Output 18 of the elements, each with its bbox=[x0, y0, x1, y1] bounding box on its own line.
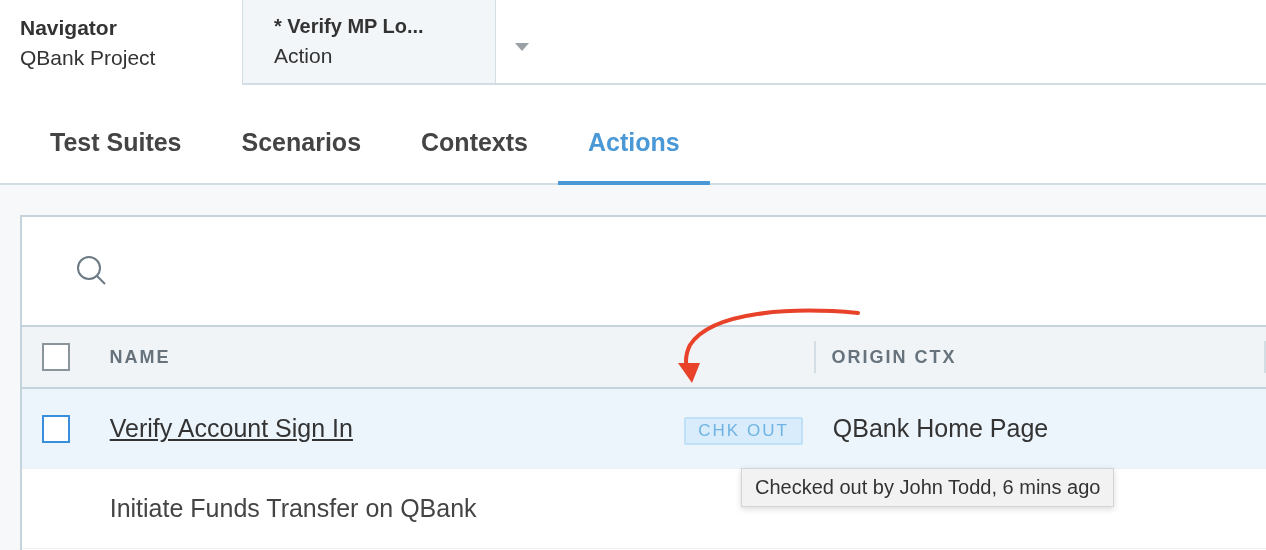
table-cell: QBank Home Page bbox=[832, 414, 1049, 443]
document-tab[interactable]: * Verify MP Lo... Action bbox=[242, 0, 496, 85]
action-link[interactable]: Verify Account Sign In bbox=[109, 414, 353, 443]
table-cell: Initiate Funds Transfer on QBank bbox=[109, 494, 477, 523]
caret-icon[interactable] bbox=[515, 42, 529, 51]
column-header[interactable]: NAME bbox=[109, 346, 171, 368]
search-icon[interactable] bbox=[76, 255, 108, 287]
column-header[interactable]: ORIGIN CTX bbox=[831, 346, 957, 368]
table-row[interactable]: Verify Account Sign In CHK OUT QBank Home Page bbox=[22, 389, 1266, 469]
tab[interactable]: Contexts bbox=[391, 128, 558, 185]
tab[interactable]: Test Suites bbox=[20, 128, 212, 185]
navigator-title: Navigator bbox=[20, 15, 118, 40]
project-name: QBank Project bbox=[20, 45, 157, 70]
status-badge: CHK OUT bbox=[684, 416, 803, 445]
checkbox[interactable] bbox=[41, 343, 70, 371]
checkbox[interactable] bbox=[41, 414, 70, 443]
tab[interactable]: Scenarios bbox=[211, 128, 392, 185]
tooltip: Checked out by John Todd, 6 mins ago bbox=[741, 468, 1115, 507]
